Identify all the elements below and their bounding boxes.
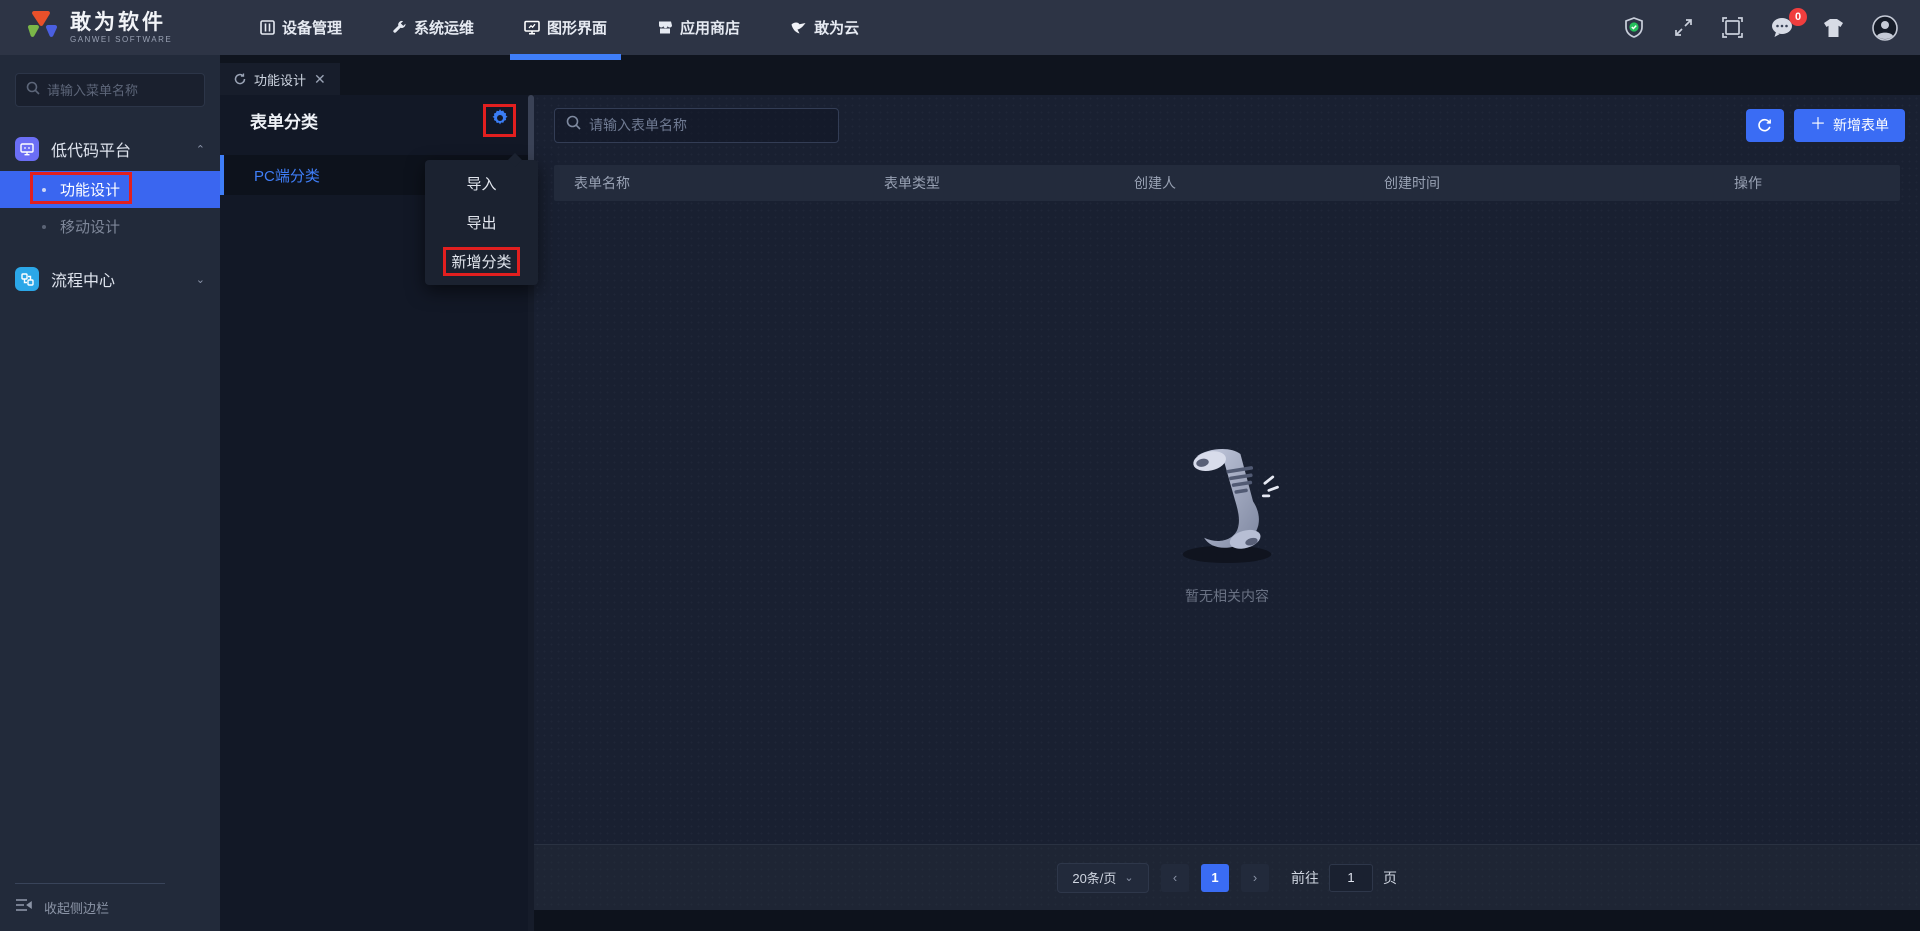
add-form-button[interactable]: ＋ 新增表单: [1793, 108, 1905, 142]
sidebar-group-label: 低代码平台: [51, 143, 132, 160]
form-list-main: ＋ 新增表单 表单名称 表单类型 创建人 创建时间 操作: [534, 95, 1920, 931]
user-avatar[interactable]: [1872, 14, 1898, 41]
bird-cloud-icon: [790, 21, 807, 35]
bullet-dot: [42, 224, 46, 229]
menu-search-input[interactable]: [47, 82, 187, 98]
logo-title: 敢为软件: [70, 10, 166, 34]
tab-bar: 功能设计 ✕: [220, 55, 1920, 95]
column-header: 表单名称: [574, 175, 630, 191]
messages-icon[interactable]: 0: [1770, 8, 1807, 39]
form-search-input[interactable]: [589, 117, 827, 133]
sidebar-item-label: 功能设计: [60, 182, 121, 199]
collapse-icon: [15, 898, 32, 917]
gear-icon[interactable]: [491, 108, 509, 132]
form-search-box: [554, 107, 839, 143]
page-size-select[interactable]: 20条/页 ⌄: [1057, 862, 1149, 893]
annotation-box-add-category: 新增分类: [443, 247, 520, 276]
fullscreen-icon[interactable]: [1672, 16, 1695, 39]
tab-close-icon[interactable]: ✕: [314, 71, 326, 88]
menu-item-export[interactable]: 导出: [425, 203, 538, 242]
nav-item-graphic[interactable]: 图形界面: [510, 0, 622, 60]
menu-search-box: [15, 73, 205, 107]
menu-item-label: 导入: [466, 176, 497, 193]
nav-item-ops[interactable]: 系统运维: [392, 0, 474, 55]
column-header: 操作: [1734, 175, 1762, 191]
store-icon: [657, 20, 673, 35]
column-header: 表单类型: [884, 175, 940, 191]
nav-item-device[interactable]: 设备管理: [260, 0, 342, 55]
nav-item-appstore[interactable]: 应用商店: [657, 0, 740, 55]
process-center-icon: [15, 267, 39, 291]
collapse-label: 收起侧边栏: [44, 901, 110, 916]
sidebar-group-label: 流程中心: [51, 273, 116, 290]
empty-text: 暂无相关内容: [1185, 588, 1269, 604]
menu-item-add-category[interactable]: 新增分类: [425, 242, 538, 281]
wrench-icon: [392, 20, 407, 35]
column-header: 创建时间: [1384, 175, 1440, 191]
logo-subtitle: GANWEI SOFTWARE: [70, 34, 173, 44]
bottom-strip: [534, 910, 1920, 931]
search-icon: [26, 81, 40, 100]
monitor-icon: [524, 20, 540, 35]
nav-label: 敢为云: [814, 20, 860, 37]
nav-label: 设备管理: [282, 20, 343, 37]
menu-item-label: 导出: [466, 215, 497, 232]
search-icon: [566, 115, 581, 135]
collapse-sidebar-button[interactable]: 收起侧边栏: [0, 884, 220, 931]
goto-label: 前往: [1291, 869, 1319, 886]
menu-item-label: 新增分类: [451, 254, 512, 271]
form-category-panel: 表单分类 PC端分类 导入 导出 新增分类: [220, 95, 538, 931]
tab-refresh-icon[interactable]: [234, 73, 246, 85]
navbar-actions: 0: [1622, 8, 1920, 41]
goto-page-input[interactable]: [1329, 863, 1373, 892]
security-shield-icon[interactable]: [1622, 16, 1646, 40]
nav-label: 系统运维: [414, 20, 475, 37]
category-item-label: PC端分类: [254, 167, 320, 185]
tab-label: 功能设计: [254, 72, 307, 88]
pagination-bar: 20条/页 ⌄ ‹ 1 › 前往 页: [534, 844, 1920, 910]
device-grid-icon: [260, 20, 275, 35]
page-unit-label: 页: [1383, 869, 1397, 886]
theme-shirt-icon[interactable]: [1821, 17, 1846, 39]
sidebar-group-lowcode[interactable]: 低代码平台 ⌃: [0, 127, 220, 171]
chevron-up-icon: ⌃: [195, 143, 205, 156]
category-settings-menu: 导入 导出 新增分类: [425, 152, 538, 285]
plus-icon: ＋: [1809, 116, 1826, 133]
prev-page-button[interactable]: ‹: [1161, 863, 1189, 892]
main-nav: 设备管理 系统运维 图形界面 应用商店 敢为云: [260, 0, 859, 60]
next-page-button[interactable]: ›: [1241, 863, 1269, 892]
lowcode-platform-icon: [15, 137, 39, 161]
empty-state: 暂无相关内容: [534, 201, 1920, 844]
bullet-dot: [42, 187, 46, 192]
column-header: 创建人: [1134, 175, 1176, 191]
add-form-label: 新增表单: [1833, 117, 1889, 133]
sidebar-group-process-center[interactable]: 流程中心 ⌄: [0, 257, 220, 301]
chevron-down-icon: ⌄: [195, 273, 205, 286]
empty-scroll-illustration: [1152, 439, 1302, 572]
current-page-button[interactable]: 1: [1201, 863, 1229, 892]
left-sidebar: 低代码平台 ⌃ 功能设计 移动设计 流程中心 ⌄: [0, 55, 220, 931]
nav-label: 图形界面: [547, 20, 608, 37]
sidebar-footer: 收起侧边栏: [0, 883, 220, 931]
sidebar-item-function-design[interactable]: 功能设计: [0, 171, 220, 208]
form-table-header: 表单名称 表单类型 创建人 创建时间 操作: [554, 165, 1900, 201]
top-navbar: 敢为软件 GANWEI SOFTWARE 设备管理 系统运维 图形界面 应用商店…: [0, 0, 1920, 60]
nav-item-cloud[interactable]: 敢为云: [790, 0, 859, 55]
refresh-button[interactable]: [1745, 108, 1784, 142]
panel-title: 表单分类: [250, 112, 318, 132]
message-count-badge: 0: [1789, 8, 1807, 26]
page-size-label: 20条/页: [1072, 871, 1117, 886]
brand-logo: 敢为软件 GANWEI SOFTWARE: [0, 9, 220, 46]
menu-item-import[interactable]: 导入: [425, 164, 538, 203]
sidebar-item-mobile-design[interactable]: 移动设计: [0, 208, 220, 245]
category-settings-annotation: [483, 103, 516, 137]
chevron-down-icon: ⌄: [1124, 872, 1134, 884]
ganwei-logo-icon: [24, 9, 60, 46]
screenshot-frame-icon[interactable]: [1721, 16, 1744, 39]
sidebar-item-label: 移动设计: [60, 219, 121, 236]
tab-function-design[interactable]: 功能设计 ✕: [220, 63, 340, 95]
nav-label: 应用商店: [680, 20, 741, 37]
